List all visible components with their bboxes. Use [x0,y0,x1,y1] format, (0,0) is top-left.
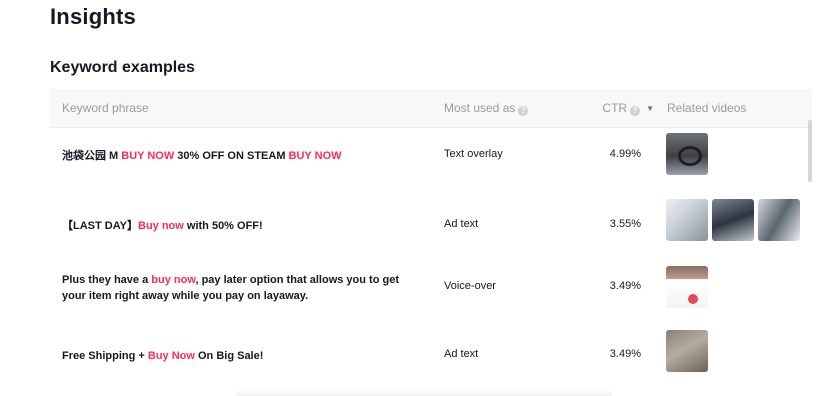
video-thumbnail[interactable] [758,199,800,241]
keyword-table: Keyword phrase Most used as? CTR? ▼ Relat… [50,89,812,385]
scrollbar[interactable] [808,120,812,182]
most-used-as-value: Voice-over [444,280,496,292]
header-keyword-phrase: Keyword phrase [62,89,149,127]
most-used-as-value: Ad text [444,218,479,230]
phrase-highlight: Buy now [138,220,184,232]
phrase-highlight: BUY NOW [121,150,175,162]
header-ctr[interactable]: CTR? ▼ [594,89,654,127]
related-videos [666,199,804,241]
info-icon[interactable]: ? [630,106,641,116]
ctr-value: 3.49% [609,280,641,292]
bottom-shadow [236,388,612,396]
related-videos [666,133,712,175]
header-ctr-label: CTR [602,101,628,115]
keyword-phrase: Plus they have a buy now, pay later opti… [62,272,402,304]
table-row: Plus they have a buy now, pay later opti… [50,257,812,323]
phrase-text: On Big Sale! [194,350,264,362]
info-icon[interactable]: ? [518,106,529,116]
ctr-value: 3.49% [609,348,641,360]
video-thumbnail[interactable] [666,199,708,241]
keyword-phrase: 池袋公园 M BUY NOW 30% OFF ON STEAM BUY NOW [62,148,402,164]
table-row: 【LAST DAY】Buy now with 50% OFF! Ad text … [50,192,812,257]
sort-desc-icon[interactable]: ▼ [646,90,654,128]
phrase-text: with 50% OFF! [183,220,263,232]
most-used-as-value: Ad text [444,348,479,360]
most-used-as-value: Text overlay [444,148,503,160]
section-title: Keyword examples [50,59,195,76]
phrase-highlight: buy now [151,274,196,286]
page-title: Insights [50,4,136,29]
keyword-phrase: Free Shipping + Buy Now On Big Sale! [62,348,402,364]
ctr-value: 4.99% [609,148,641,160]
phrase-text: 【LAST DAY】 [62,220,138,232]
keyword-phrase: 【LAST DAY】Buy now with 50% OFF! [62,218,402,234]
video-thumbnail[interactable] [712,199,754,241]
header-keyword-phrase-label: Keyword phrase [62,101,149,115]
video-thumbnail[interactable] [666,133,708,175]
header-related-videos: Related videos [667,89,746,127]
phrase-highlight: Buy Now [147,350,195,362]
table-row: Free Shipping + Buy Now On Big Sale! Ad … [50,323,812,385]
ctr-value: 3.55% [609,218,641,230]
related-videos [666,330,712,372]
phrase-text: Free Shipping + [62,350,148,362]
table-header: Keyword phrase Most used as? CTR? ▼ Relat… [50,89,812,128]
header-most-used-as-label: Most used as [444,101,516,115]
phrase-text: 池袋公园 M [62,150,122,162]
video-thumbnail[interactable] [666,266,708,308]
header-related-videos-label: Related videos [667,101,747,115]
table-row: 池袋公园 M BUY NOW 30% OFF ON STEAM BUY NOW … [50,128,812,192]
header-most-used-as: Most used as? [444,89,529,127]
phrase-text: Plus they have a [62,274,152,286]
video-thumbnail[interactable] [666,330,708,372]
phrase-highlight: BUY NOW [288,150,342,162]
phrase-text: 30% OFF ON STEAM [174,150,289,162]
related-videos [666,266,712,308]
